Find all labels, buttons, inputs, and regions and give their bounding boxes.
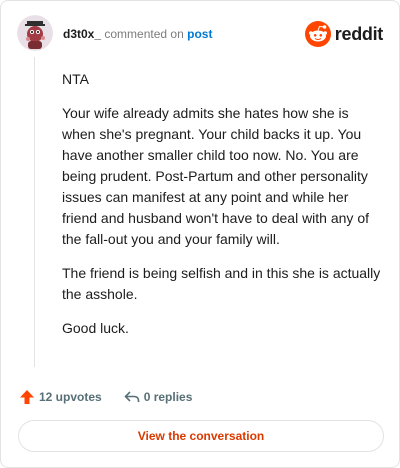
comment-paragraph: NTA: [62, 71, 89, 87]
upvote-count: 12 upvotes: [39, 390, 102, 404]
comment-card: d3t0x_ commented on post reddit NTA Your…: [0, 0, 400, 468]
comment-paragraph: Your wife already admits she hates how s…: [62, 105, 369, 247]
upvote-arrow-icon: [20, 390, 34, 404]
reply-button[interactable]: 0 replies: [124, 389, 193, 405]
comment-actions: 12 upvotes 0 replies: [19, 387, 214, 407]
avatar-image: [17, 15, 53, 51]
upvote-button[interactable]: 12 upvotes: [19, 389, 102, 405]
username-link[interactable]: d3t0x_: [63, 27, 101, 41]
comment-paragraph: The friend is being selfish and in this …: [62, 265, 381, 302]
post-link[interactable]: post: [187, 27, 212, 41]
reply-count: 0 replies: [143, 390, 193, 404]
view-conversation-button[interactable]: View the conversation: [18, 420, 384, 452]
comment-paragraph: Good luck.: [62, 320, 129, 336]
reply-arrow-icon: [124, 391, 140, 402]
avatar[interactable]: [17, 15, 53, 51]
thread-line: [34, 57, 35, 367]
reddit-logo[interactable]: reddit: [304, 21, 384, 47]
comment-meta: d3t0x_ commented on post: [63, 27, 212, 41]
reddit-snoo-icon: [304, 21, 331, 47]
comment-header: d3t0x_ commented on post reddit: [17, 15, 383, 55]
comment-body: NTA Your wife already admits she hates h…: [62, 69, 384, 352]
commented-on-text: commented on: [104, 27, 184, 41]
reddit-wordmark: reddit: [334, 23, 384, 44]
